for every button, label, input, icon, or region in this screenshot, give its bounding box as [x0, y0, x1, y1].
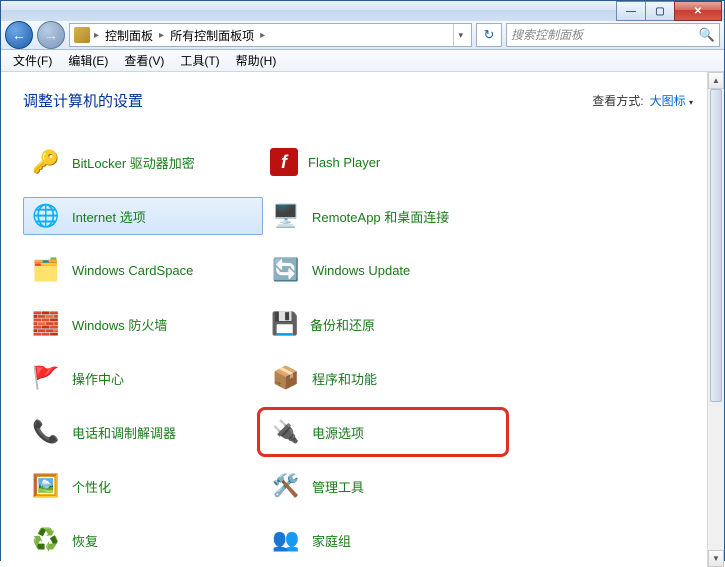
menu-tools[interactable]: 工具(T)	[172, 50, 227, 71]
menu-file[interactable]: 文件(F)	[5, 50, 60, 71]
maximize-button[interactable]: ▢	[645, 1, 675, 21]
cp-item[interactable]: 🖼️ 个性化	[23, 467, 263, 505]
cp-item-icon: 👥	[270, 524, 302, 556]
cp-item-label: 操作中心	[72, 369, 124, 388]
title-bar: — ▢ ✕	[1, 1, 724, 21]
cp-item-icon: 📦	[270, 362, 302, 394]
refresh-button[interactable]: ↻	[476, 23, 502, 47]
cp-item-label: BitLocker 驱动器加密	[72, 153, 195, 172]
cp-item-icon: 🌐	[30, 200, 62, 232]
cp-item-icon: 🗂️	[30, 254, 62, 286]
breadcrumb-separator: ▸	[258, 30, 267, 41]
address-bar[interactable]: ▸ 控制面板 ▸ 所有控制面板项 ▸ ▾	[69, 23, 472, 47]
window-controls: — ▢ ✕	[617, 1, 722, 21]
cp-item-icon: 🚩	[30, 362, 62, 394]
cp-item-label: 备份和还原	[310, 315, 375, 334]
cp-item-label: 电源选项	[312, 423, 364, 442]
header-row: 调整计算机的设置 查看方式: 大图标 ▾	[23, 90, 693, 111]
cp-item-icon: f	[270, 148, 298, 176]
cp-item[interactable]: f Flash Player	[263, 143, 503, 181]
view-mode-value: 大图标	[650, 94, 686, 108]
cp-item[interactable]: 🌐 Internet 选项	[23, 197, 263, 235]
forward-button[interactable]: →	[37, 21, 65, 49]
cp-item-label: Flash Player	[308, 155, 380, 170]
menu-edit[interactable]: 编辑(E)	[60, 50, 116, 71]
main-panel: 调整计算机的设置 查看方式: 大图标 ▾ 🔑 BitLocker 驱动器加密 f Fl…	[1, 72, 707, 567]
cp-item-label: 管理工具	[312, 477, 364, 496]
cp-item-icon: ♻️	[30, 524, 62, 556]
cp-item[interactable]: 📦 程序和功能	[263, 359, 503, 397]
minimize-button[interactable]: —	[616, 1, 646, 21]
view-mode-label: 查看方式:	[592, 92, 643, 109]
cp-item[interactable]: 🗂️ Windows CardSpace	[23, 251, 263, 289]
search-input[interactable]	[511, 28, 699, 42]
breadcrumb-item[interactable]: 所有控制面板项	[168, 27, 256, 44]
cp-item-label: RemoteApp 和桌面连接	[312, 207, 449, 226]
items-grid: 🔑 BitLocker 驱动器加密 f Flash Player 🌐 Internet 选…	[23, 143, 693, 559]
menu-view[interactable]: 查看(V)	[116, 50, 172, 71]
cp-item-icon: 🛠️	[270, 470, 302, 502]
cp-item-label: 电话和调制解调器	[72, 423, 176, 442]
breadcrumb-separator: ▸	[157, 30, 166, 41]
cp-item[interactable]: 🧱 Windows 防火墙	[23, 305, 263, 343]
control-panel-icon	[74, 27, 90, 43]
cp-item-icon: 🧱	[30, 308, 62, 340]
cp-item[interactable]: 🔌 电源选项	[263, 413, 503, 451]
scroll-down-button[interactable]: ▼	[708, 550, 724, 567]
nav-bar: ← → ▸ 控制面板 ▸ 所有控制面板项 ▸ ▾ ↻ 🔍	[1, 21, 724, 50]
cp-item-label: Windows 防火墙	[72, 315, 167, 334]
address-dropdown[interactable]: ▾	[453, 24, 467, 46]
scroll-up-button[interactable]: ▲	[708, 72, 724, 89]
chevron-down-icon: ▾	[689, 98, 693, 107]
close-button[interactable]: ✕	[674, 1, 722, 21]
cp-item-label: Internet 选项	[72, 207, 146, 226]
cp-item-label: 程序和功能	[312, 369, 377, 388]
cp-item-label: Windows Update	[312, 263, 410, 278]
scroll-track[interactable]	[708, 89, 724, 550]
menu-help[interactable]: 帮助(H)	[228, 50, 285, 71]
breadcrumb-separator: ▸	[92, 30, 101, 41]
scroll-thumb[interactable]	[710, 89, 722, 402]
menu-bar: 文件(F) 编辑(E) 查看(V) 工具(T) 帮助(H)	[1, 50, 724, 72]
cp-item-icon: 🖼️	[30, 470, 62, 502]
cp-item[interactable]: 🖥️ RemoteApp 和桌面连接	[263, 197, 503, 235]
control-panel-window: — ▢ ✕ ← → ▸ 控制面板 ▸ 所有控制面板项 ▸ ▾ ↻ 🔍 文件(F)…	[0, 0, 725, 561]
cp-item[interactable]: 👥 家庭组	[263, 521, 503, 559]
cp-item-icon: 🔌	[270, 416, 302, 448]
cp-item[interactable]: 💾 备份和还原	[263, 305, 503, 343]
view-mode: 查看方式: 大图标 ▾	[592, 92, 693, 109]
cp-item[interactable]: 🔑 BitLocker 驱动器加密	[23, 143, 263, 181]
cp-item-icon: 📞	[30, 416, 62, 448]
cp-item-icon: 🖥️	[270, 200, 302, 232]
cp-item-label: 个性化	[72, 477, 111, 496]
content-area: 调整计算机的设置 查看方式: 大图标 ▾ 🔑 BitLocker 驱动器加密 f Fl…	[1, 72, 724, 567]
view-mode-dropdown[interactable]: 大图标 ▾	[650, 92, 693, 109]
cp-item-icon: 🔑	[30, 146, 62, 178]
cp-item[interactable]: 🚩 操作中心	[23, 359, 263, 397]
cp-item[interactable]: 🛠️ 管理工具	[263, 467, 503, 505]
cp-item-label: Windows CardSpace	[72, 263, 193, 278]
cp-item-label: 恢复	[72, 531, 98, 550]
vertical-scrollbar[interactable]: ▲ ▼	[707, 72, 724, 567]
cp-item[interactable]: 🔄 Windows Update	[263, 251, 503, 289]
breadcrumb-item[interactable]: 控制面板	[103, 27, 155, 44]
cp-item[interactable]: 📞 电话和调制解调器	[23, 413, 263, 451]
cp-item-icon: 💾	[270, 309, 300, 339]
cp-item[interactable]: ♻️ 恢复	[23, 521, 263, 559]
cp-item-label: 家庭组	[312, 531, 351, 550]
cp-item-icon: 🔄	[270, 254, 302, 286]
search-icon: 🔍	[699, 27, 715, 43]
page-title: 调整计算机的设置	[23, 90, 143, 111]
back-button[interactable]: ←	[5, 21, 33, 49]
search-box[interactable]: 🔍	[506, 23, 720, 47]
